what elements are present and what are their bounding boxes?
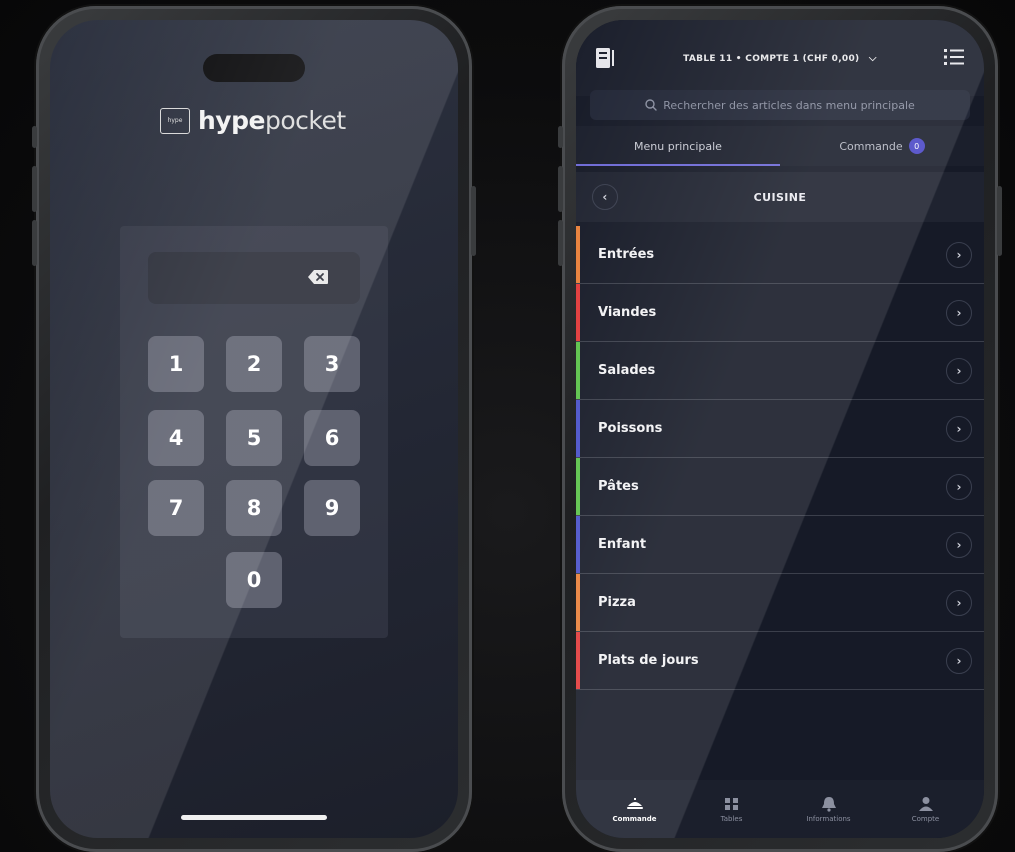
dish-icon xyxy=(626,797,643,809)
category-color-stripe xyxy=(576,400,580,457)
category-label: Entrées xyxy=(598,247,655,262)
nav-label: Tables xyxy=(720,814,743,823)
category-row[interactable]: Salades › xyxy=(576,342,984,400)
nav-label: Commande xyxy=(612,814,657,823)
category-color-stripe xyxy=(576,342,580,399)
user-icon xyxy=(918,796,933,811)
key-8[interactable]: 8 xyxy=(226,480,282,536)
side-button xyxy=(997,186,1002,256)
phone-login: hype hypepocket 1 2 3 4 5 6 7 8 9 0 xyxy=(32,6,476,852)
chevron-down-icon: ⌵ xyxy=(868,53,877,64)
brand-bold: hype xyxy=(198,106,265,135)
nav-tables[interactable]: Tables xyxy=(683,780,780,838)
chevron-right-icon[interactable]: › xyxy=(946,474,972,500)
nav-label: Compte xyxy=(911,814,940,823)
key-9[interactable]: 9 xyxy=(304,480,360,536)
key-7[interactable]: 7 xyxy=(148,480,204,536)
section-header: ‹ CUISINE xyxy=(576,172,984,222)
table-account-label: TABLE 11 • COMPTE 1 (CHF 0,00) xyxy=(683,54,860,64)
side-button xyxy=(32,166,37,212)
category-label: Plats de jours xyxy=(598,653,699,668)
chevron-right-icon[interactable]: › xyxy=(946,532,972,558)
chevron-right-icon[interactable]: › xyxy=(946,590,972,616)
tab-bar: Menu principale Commande 0 xyxy=(576,126,984,166)
search-icon xyxy=(645,99,657,111)
category-label: Salades xyxy=(598,363,656,378)
key-2[interactable]: 2 xyxy=(226,336,282,392)
key-1[interactable]: 1 xyxy=(148,336,204,392)
top-bar: TABLE 11 • COMPTE 1 (CHF 0,00) ⌵ xyxy=(576,20,984,96)
key-5[interactable]: 5 xyxy=(226,410,282,466)
category-row[interactable]: Enfant › xyxy=(576,516,984,574)
keypad-card: 1 2 3 4 5 6 7 8 9 0 xyxy=(120,226,388,638)
phone-menu: TABLE 11 • COMPTE 1 (CHF 0,00) ⌵ Recherc… xyxy=(558,6,1002,852)
nav-label: Informations xyxy=(806,814,851,823)
category-row[interactable]: Entrées › xyxy=(576,226,984,284)
side-button xyxy=(32,220,37,266)
category-color-stripe xyxy=(576,226,580,283)
key-6[interactable]: 6 xyxy=(304,410,360,466)
chevron-left-icon: ‹ xyxy=(602,190,608,204)
dynamic-island xyxy=(203,54,305,82)
key-0[interactable]: 0 xyxy=(226,552,282,608)
table-account-selector[interactable]: TABLE 11 • COMPTE 1 (CHF 0,00) ⌵ xyxy=(576,53,984,64)
side-button xyxy=(471,186,476,256)
home-indicator[interactable] xyxy=(181,815,327,820)
category-label: Enfant xyxy=(598,537,647,552)
key-3[interactable]: 3 xyxy=(304,336,360,392)
category-row[interactable]: Poissons › xyxy=(576,400,984,458)
tab-label: Menu principale xyxy=(634,139,722,153)
category-label: Poissons xyxy=(598,421,663,436)
side-button xyxy=(558,166,563,212)
bottom-nav: Commande Tables Informations Compte xyxy=(576,780,984,838)
tab-label: Commande xyxy=(839,139,903,153)
tab-commande[interactable]: Commande 0 xyxy=(780,126,984,166)
chevron-right-icon[interactable]: › xyxy=(946,358,972,384)
nav-compte[interactable]: Compte xyxy=(877,780,974,838)
login-screen: hype hypepocket 1 2 3 4 5 6 7 8 9 0 xyxy=(50,20,458,838)
side-button xyxy=(558,126,563,148)
category-color-stripe xyxy=(576,458,580,515)
backspace-icon[interactable] xyxy=(308,270,328,284)
search-placeholder: Rechercher des articles dans menu princi… xyxy=(663,98,915,112)
category-row[interactable]: Pizza › xyxy=(576,574,984,632)
category-row[interactable]: Plats de jours › xyxy=(576,632,984,690)
list-menu-icon[interactable] xyxy=(944,48,964,66)
category-row[interactable]: Pâtes › xyxy=(576,458,984,516)
nav-informations[interactable]: Informations xyxy=(780,780,877,838)
category-color-stripe xyxy=(576,574,580,631)
category-label: Pâtes xyxy=(598,479,639,494)
side-button xyxy=(558,220,563,266)
category-color-stripe xyxy=(576,632,580,689)
back-button[interactable]: ‹ xyxy=(592,184,618,210)
tables-icon xyxy=(724,797,738,810)
side-button xyxy=(32,126,37,148)
chevron-right-icon[interactable]: › xyxy=(946,416,972,442)
category-color-stripe xyxy=(576,284,580,341)
brand-light: pocket xyxy=(264,106,346,135)
category-list: Entrées › Viandes › Salades › Poissons › Pâtes › E… xyxy=(576,226,984,690)
nav-commande[interactable]: Commande xyxy=(586,780,683,838)
brand-wordmark: hypepocket xyxy=(198,106,346,135)
order-count-badge: 0 xyxy=(908,138,925,154)
category-label: Viandes xyxy=(598,305,657,320)
category-color-stripe xyxy=(576,516,580,573)
stage: hype hypepocket 1 2 3 4 5 6 7 8 9 0 TABL… xyxy=(0,0,1015,852)
category-row[interactable]: Viandes › xyxy=(576,284,984,342)
section-title: CUISINE xyxy=(753,190,807,204)
search-input[interactable]: Rechercher des articles dans menu princi… xyxy=(590,90,970,120)
pin-input[interactable] xyxy=(148,252,360,304)
key-4[interactable]: 4 xyxy=(148,410,204,466)
chevron-right-icon[interactable]: › xyxy=(946,300,972,326)
chevron-right-icon[interactable]: › xyxy=(946,648,972,674)
category-label: Pizza xyxy=(598,595,636,610)
chevron-right-icon[interactable]: › xyxy=(946,242,972,268)
brand-mark: hype xyxy=(160,107,190,134)
menu-screen: TABLE 11 • COMPTE 1 (CHF 0,00) ⌵ Recherc… xyxy=(576,20,984,838)
bell-icon xyxy=(821,796,836,812)
tab-menu-principale[interactable]: Menu principale xyxy=(576,126,780,166)
brand-logo: hype hypepocket xyxy=(160,106,346,135)
